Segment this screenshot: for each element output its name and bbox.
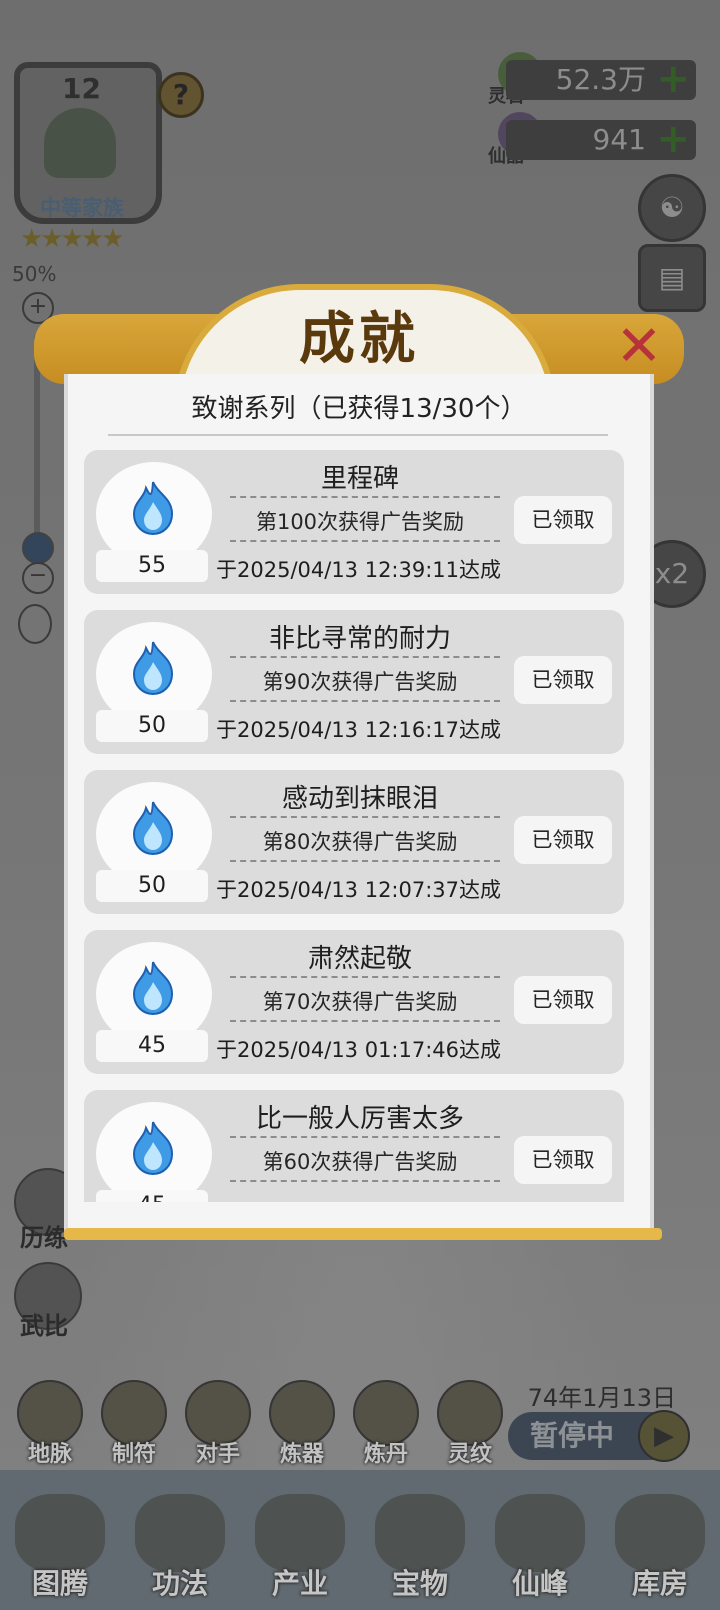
achievement-card: 55 里程碑 第100次获得广告奖励 于2025/04/13 12:39:11达… xyxy=(84,450,624,594)
claimed-button[interactable]: 已领取 xyxy=(514,816,612,864)
claimed-button[interactable]: 已领取 xyxy=(514,656,612,704)
panel-bottom-border xyxy=(64,1228,662,1240)
claimed-button[interactable]: 已领取 xyxy=(514,976,612,1024)
achievement-name: 里程碑 xyxy=(320,464,399,494)
achievement-time: 于2025/04/13 12:39:11达成 xyxy=(216,558,502,582)
close-icon[interactable]: ✕ xyxy=(610,318,668,376)
blue-flame-icon xyxy=(132,481,174,536)
achievement-time: 于2025/04/13 12:07:37达成 xyxy=(216,878,502,902)
achievement-name: 肃然起敬 xyxy=(307,944,412,974)
achievement-card: 45 肃然起敬 第70次获得广告奖励 于2025/04/13 01:17:46达… xyxy=(84,930,624,1074)
achievement-list[interactable]: 55 里程碑 第100次获得广告奖励 于2025/04/13 12:39:11达… xyxy=(84,450,636,1202)
achievement-card: 50 非比寻常的耐力 第90次获得广告奖励 于2025/04/13 12:16:… xyxy=(84,610,624,754)
achievement-desc: 第100次获得广告奖励 xyxy=(255,510,465,534)
series-header: 致谢系列（已获得13/30个） xyxy=(191,394,527,424)
achievement-points: 45 xyxy=(96,1030,208,1062)
achievement-points: 50 xyxy=(96,710,208,742)
divider xyxy=(230,1136,500,1138)
achievement-card: 50 感动到抹眼泪 第80次获得广告奖励 于2025/04/13 12:07:3… xyxy=(84,770,624,914)
divider xyxy=(230,816,500,818)
blue-flame-icon xyxy=(132,801,174,856)
achievement-modal: 成就 ✕ 致谢系列（已获得13/30个） 55 里程碑 第100次获得广告奖励 … xyxy=(34,284,684,1240)
divider xyxy=(230,656,500,658)
achievement-desc: 第80次获得广告奖励 xyxy=(262,830,458,854)
achievement-points: 45 xyxy=(96,1190,208,1202)
achievement-card: 45 比一般人厉害太多 第60次获得广告奖励 已领取 xyxy=(84,1090,624,1202)
divider xyxy=(230,700,500,702)
achievement-name: 非比寻常的耐力 xyxy=(268,624,451,654)
divider xyxy=(230,540,500,542)
blue-flame-icon xyxy=(132,961,174,1016)
achievement-desc: 第70次获得广告奖励 xyxy=(262,990,458,1014)
achievement-time: 于2025/04/13 12:16:17达成 xyxy=(216,718,502,742)
blue-flame-icon xyxy=(132,641,174,696)
divider xyxy=(230,496,500,498)
modal-title: 成就 xyxy=(299,306,419,372)
achievement-panel: 致谢系列（已获得13/30个） 55 里程碑 第100次获得广告奖励 于2025… xyxy=(64,374,662,1240)
divider xyxy=(230,976,500,978)
achievement-points: 50 xyxy=(96,870,208,902)
achievement-name: 比一般人厉害太多 xyxy=(255,1104,464,1134)
divider xyxy=(230,860,500,862)
claimed-button[interactable]: 已领取 xyxy=(514,496,612,544)
claimed-button[interactable]: 已领取 xyxy=(514,1136,612,1184)
achievement-time: 于2025/04/13 01:17:46达成 xyxy=(216,1038,502,1062)
achievement-desc: 第90次获得广告奖励 xyxy=(262,670,458,694)
achievement-desc: 第60次获得广告奖励 xyxy=(262,1150,458,1174)
divider xyxy=(108,434,608,436)
divider xyxy=(230,1020,500,1022)
achievement-points: 55 xyxy=(96,550,208,582)
divider xyxy=(230,1180,500,1182)
achievement-name: 感动到抹眼泪 xyxy=(281,784,438,814)
blue-flame-icon xyxy=(132,1121,174,1176)
